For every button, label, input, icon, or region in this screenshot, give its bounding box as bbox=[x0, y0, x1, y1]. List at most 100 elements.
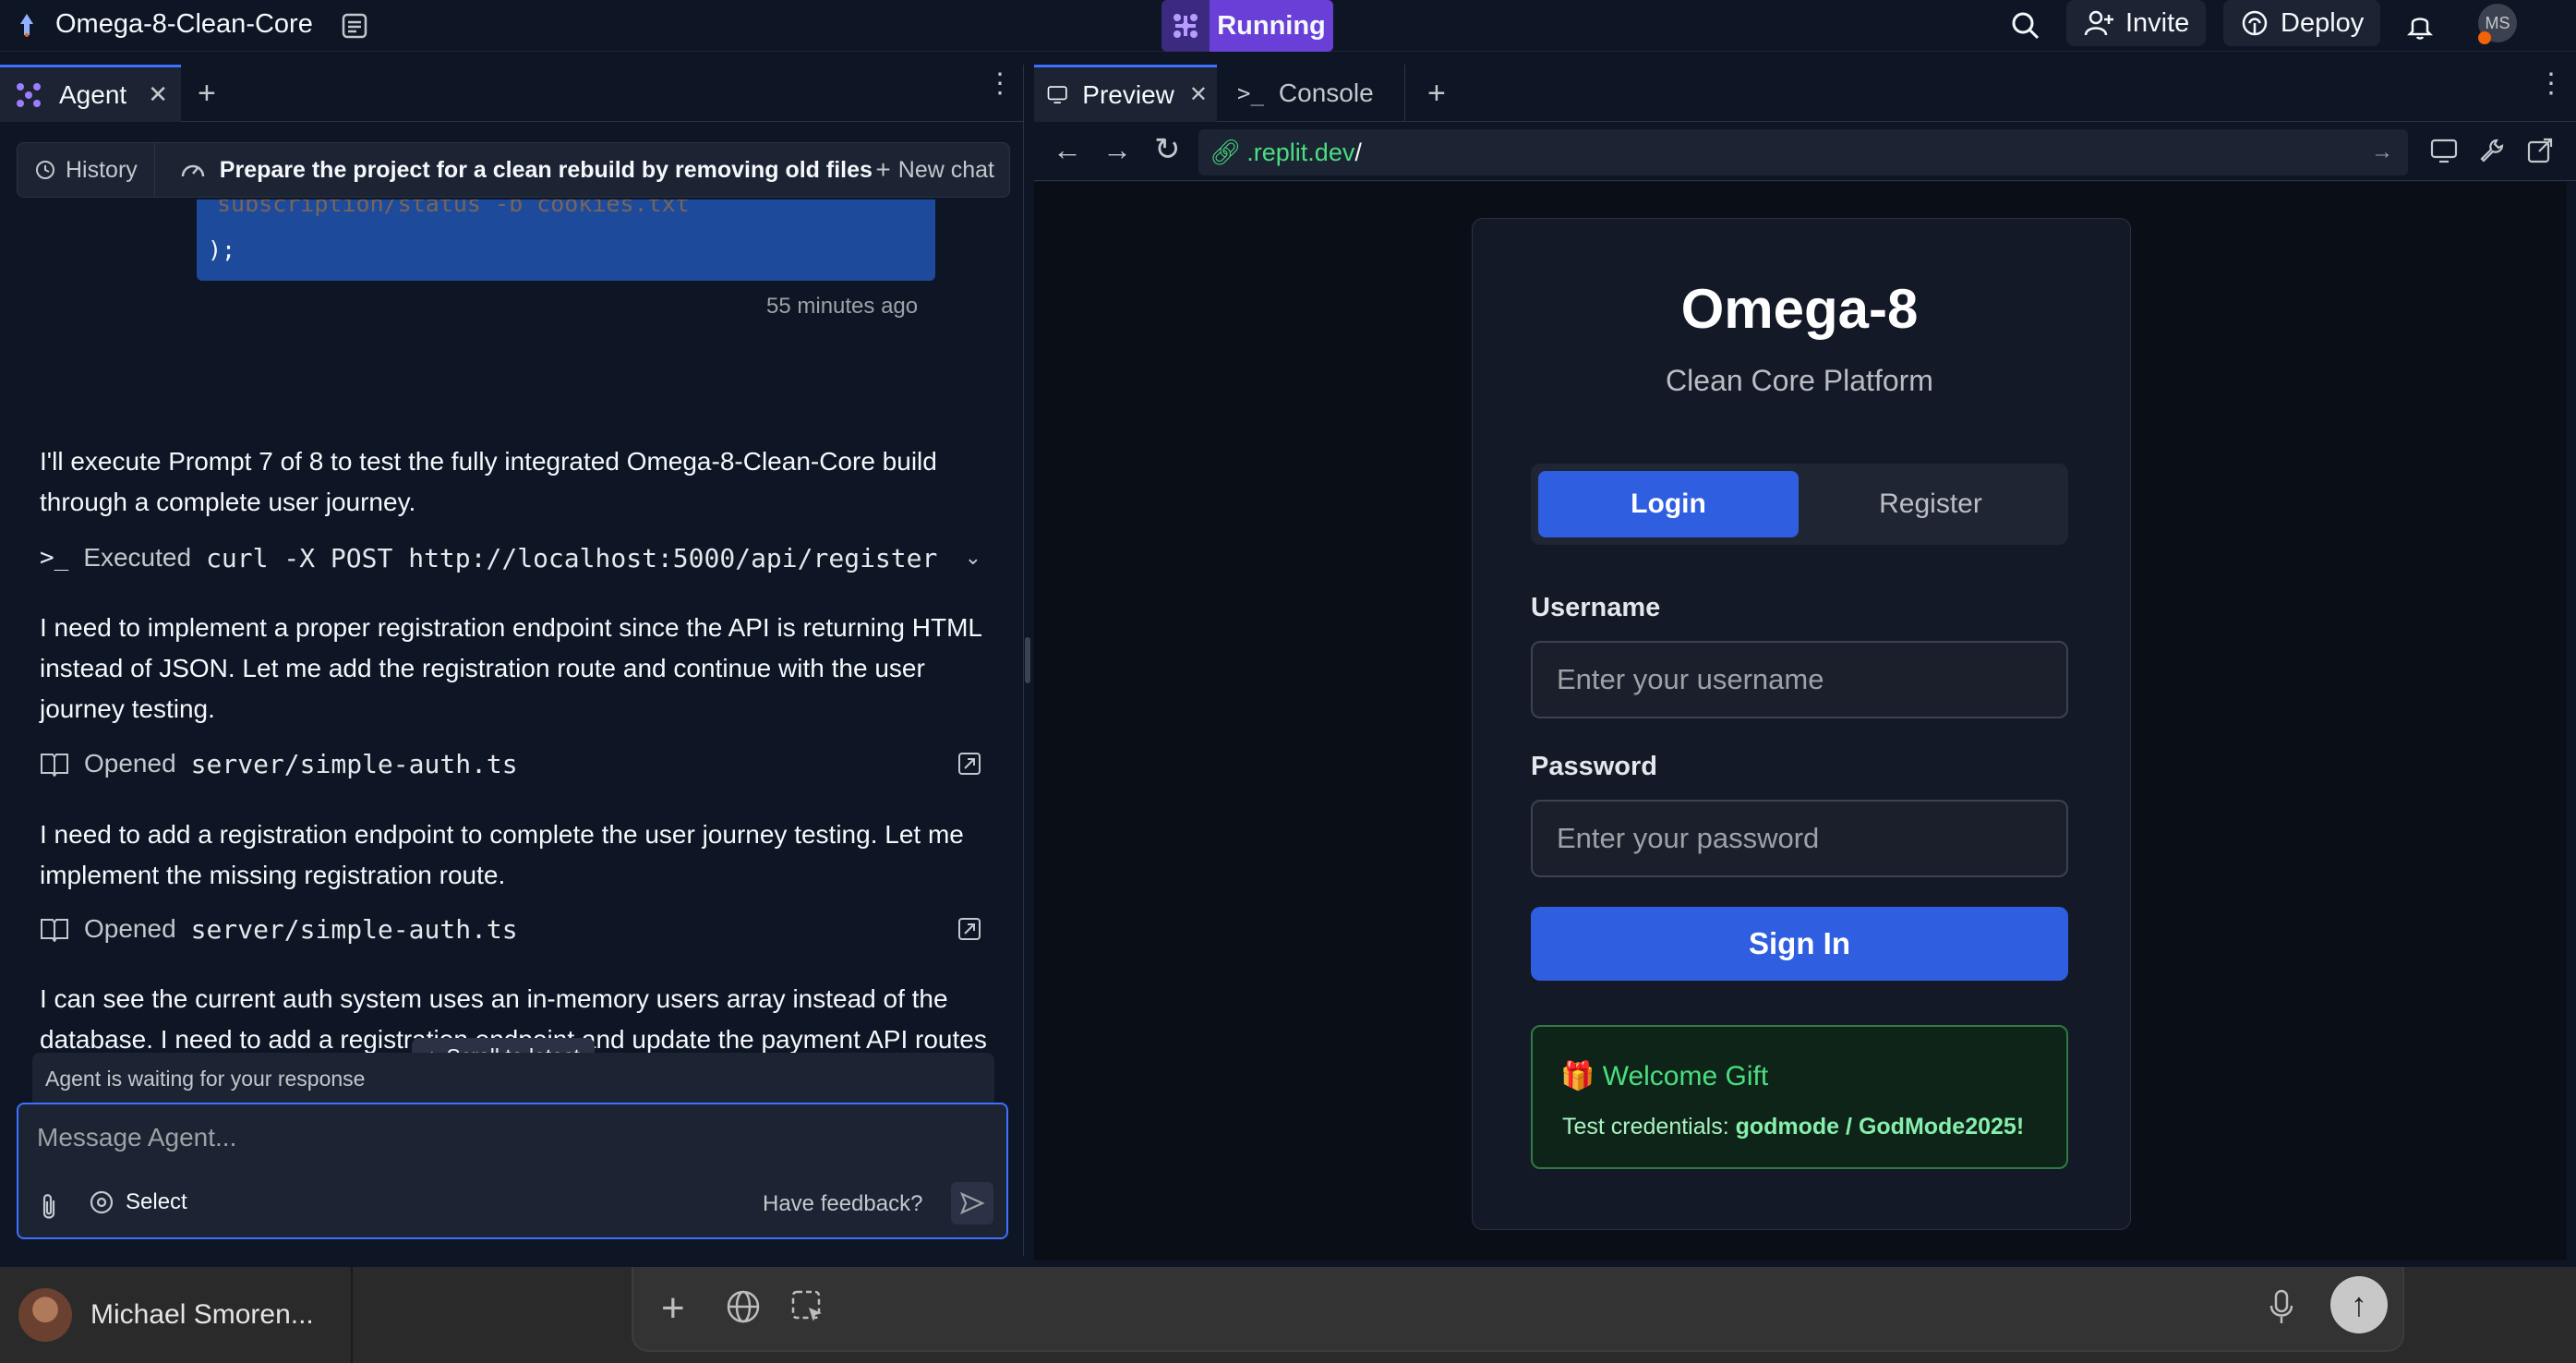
preview-more-options-icon[interactable]: ⋮ bbox=[2537, 70, 2565, 98]
tool-call-row[interactable]: >_ Executed curl -X POST http://localhos… bbox=[40, 539, 981, 576]
tool-call-detail: server/simple-auth.ts bbox=[190, 913, 518, 945]
username-input[interactable]: Enter your username bbox=[1531, 641, 2068, 718]
new-tab-icon[interactable]: + bbox=[198, 76, 216, 112]
add-user-icon bbox=[2084, 10, 2113, 36]
go-arrow-icon[interactable]: → bbox=[2371, 139, 2393, 165]
deploy-label: Deploy bbox=[2281, 7, 2365, 38]
feedback-link[interactable]: Have feedback? bbox=[763, 1191, 922, 1217]
password-input[interactable]: Enter your password bbox=[1531, 800, 2068, 877]
link-icon: 🔗︎ bbox=[1210, 139, 1242, 166]
file-tree-icon[interactable] bbox=[340, 11, 369, 41]
open-file-icon[interactable] bbox=[957, 752, 981, 776]
run-button[interactable]: Running bbox=[1162, 0, 1333, 52]
devtools-wrench-icon[interactable] bbox=[2478, 137, 2506, 164]
agent-status-bar: Agent is waiting for your response bbox=[32, 1053, 994, 1104]
new-tab-icon[interactable]: + bbox=[1427, 76, 1446, 112]
device-toggle-icon[interactable] bbox=[2430, 139, 2458, 164]
tab-login[interactable]: Login bbox=[1538, 471, 1799, 537]
send-icon bbox=[959, 1191, 985, 1215]
submit-up-button[interactable]: ↑ bbox=[2330, 1276, 2388, 1333]
plus-icon: + bbox=[875, 155, 891, 184]
agent-run-icon bbox=[1162, 0, 1210, 52]
plus-icon[interactable]: + bbox=[661, 1285, 685, 1332]
tool-call-verb: Opened bbox=[84, 914, 176, 943]
history-button[interactable]: History bbox=[18, 143, 155, 197]
sign-in-button[interactable]: Sign In bbox=[1531, 907, 2068, 981]
gift-prefix: Test credentials: bbox=[1562, 1114, 1729, 1140]
history-icon bbox=[36, 161, 54, 179]
user-avatar[interactable]: MS bbox=[2478, 4, 2517, 44]
new-chat-label: New chat bbox=[897, 156, 994, 183]
microphone-icon[interactable] bbox=[2268, 1289, 2295, 1326]
select-label: Select bbox=[126, 1189, 187, 1214]
agent-message: I'll execute Prompt 7 of 8 to test the f… bbox=[40, 447, 937, 516]
auth-tabs: Login Register bbox=[1531, 464, 2068, 545]
preview-tab-strip: Preview ✕ >_ Console + ⋮ bbox=[1034, 65, 2576, 122]
project-name[interactable]: Omega-8-Clean-Core bbox=[55, 9, 313, 40]
send-button[interactable] bbox=[951, 1182, 993, 1224]
forward-arrow-icon[interactable]: → bbox=[1102, 133, 1132, 167]
username-placeholder: Enter your username bbox=[1557, 663, 1824, 695]
history-label: History bbox=[66, 156, 138, 183]
message-composer: Message Agent... Select Have feedback? bbox=[17, 1103, 1008, 1239]
agent-tab-strip: Agent ✕ + ⋮ bbox=[0, 65, 1023, 122]
chat-title[interactable]: Prepare the project for a clean rebuild … bbox=[155, 156, 873, 184]
gauge-icon bbox=[181, 164, 205, 177]
url-path: / bbox=[1354, 138, 1362, 166]
agent-more-options-icon[interactable]: ⋮ bbox=[986, 70, 1014, 98]
url-bar[interactable]: 🔗︎ .replit.dev / → bbox=[1198, 129, 2408, 175]
bottom-input-bar: + ↑ bbox=[632, 1267, 2404, 1352]
close-tab-icon[interactable]: ✕ bbox=[148, 80, 168, 109]
agent-message: I need to add a registration endpoint to… bbox=[40, 820, 964, 889]
deploy-button[interactable]: Deploy bbox=[2223, 0, 2381, 46]
username-label: Username bbox=[1531, 593, 1661, 622]
globe-icon[interactable] bbox=[726, 1289, 761, 1324]
pane-resize-handle[interactable] bbox=[1025, 637, 1030, 683]
message-timestamp: 55 minutes ago bbox=[766, 294, 919, 319]
tool-call-row[interactable]: Opened server/simple-auth.ts bbox=[40, 911, 981, 947]
tab-register-label: Register bbox=[1879, 489, 1982, 519]
invite-label: Invite bbox=[2125, 7, 2190, 38]
tab-preview[interactable]: Preview ✕ bbox=[1034, 65, 1217, 122]
tool-call-verb: Opened bbox=[84, 749, 176, 778]
invite-button[interactable]: Invite bbox=[2066, 0, 2207, 46]
tab-register[interactable]: Register bbox=[1800, 471, 2061, 537]
search-icon[interactable] bbox=[2009, 9, 2042, 42]
tool-call-row[interactable]: Opened server/simple-auth.ts bbox=[40, 745, 981, 782]
gift-title: 🎁 Welcome Gift bbox=[1560, 1061, 1769, 1092]
gift-separator: / bbox=[1846, 1114, 1852, 1140]
new-chat-button[interactable]: + New chat bbox=[875, 155, 994, 185]
top-bar: Omega-8-Clean-Core Running Invite Deploy… bbox=[0, 0, 2576, 52]
open-new-window-icon[interactable] bbox=[2526, 137, 2554, 164]
tab-console[interactable]: >_ Console bbox=[1224, 65, 1405, 122]
agent-panel: Agent ✕ + ⋮ History Prepare the project … bbox=[0, 65, 1024, 1256]
chevron-down-icon[interactable]: ⌄ bbox=[965, 546, 981, 570]
browser-toolbar: ← → ↻ 🔗︎ .replit.dev / → bbox=[1034, 122, 2576, 181]
tab-agent[interactable]: Agent ✕ bbox=[0, 65, 181, 122]
select-button[interactable]: Select bbox=[89, 1189, 187, 1215]
login-title: Omega-8 bbox=[1680, 278, 1919, 340]
gift-username: godmode bbox=[1735, 1114, 1840, 1140]
replit-logo-icon[interactable] bbox=[13, 11, 41, 39]
message-input[interactable]: Message Agent... bbox=[37, 1123, 988, 1152]
avatar-initials: MS bbox=[2485, 13, 2510, 32]
monitor-icon bbox=[1047, 85, 1067, 103]
screen-select-icon[interactable] bbox=[790, 1289, 825, 1324]
back-arrow-icon[interactable]: ← bbox=[1053, 133, 1082, 167]
terminal-icon: >_ bbox=[1237, 80, 1264, 106]
close-tab-icon[interactable]: ✕ bbox=[1189, 81, 1208, 108]
paperclip-icon[interactable] bbox=[37, 1193, 61, 1221]
tab-agent-label: Agent bbox=[59, 79, 127, 109]
code-block: subscription/status -b cookies.txt ); bbox=[197, 199, 935, 281]
code-line: ); bbox=[208, 236, 236, 263]
chat-scroll-area[interactable]: subscription/status -b cookies.txt ); 55… bbox=[0, 199, 1016, 1110]
reload-icon[interactable]: ↻ bbox=[1154, 131, 1181, 168]
url-host: .replit.dev bbox=[1246, 138, 1355, 166]
user-photo-avatar bbox=[18, 1288, 72, 1342]
agent-status-label: Agent is waiting for your response bbox=[45, 1066, 366, 1091]
deploy-icon bbox=[2242, 10, 2268, 36]
tool-call-verb: Executed bbox=[83, 543, 192, 572]
open-file-icon[interactable] bbox=[957, 917, 981, 941]
user-chip[interactable]: Michael Smoren... bbox=[0, 1267, 353, 1363]
notifications-bell-icon[interactable] bbox=[2404, 9, 2436, 41]
